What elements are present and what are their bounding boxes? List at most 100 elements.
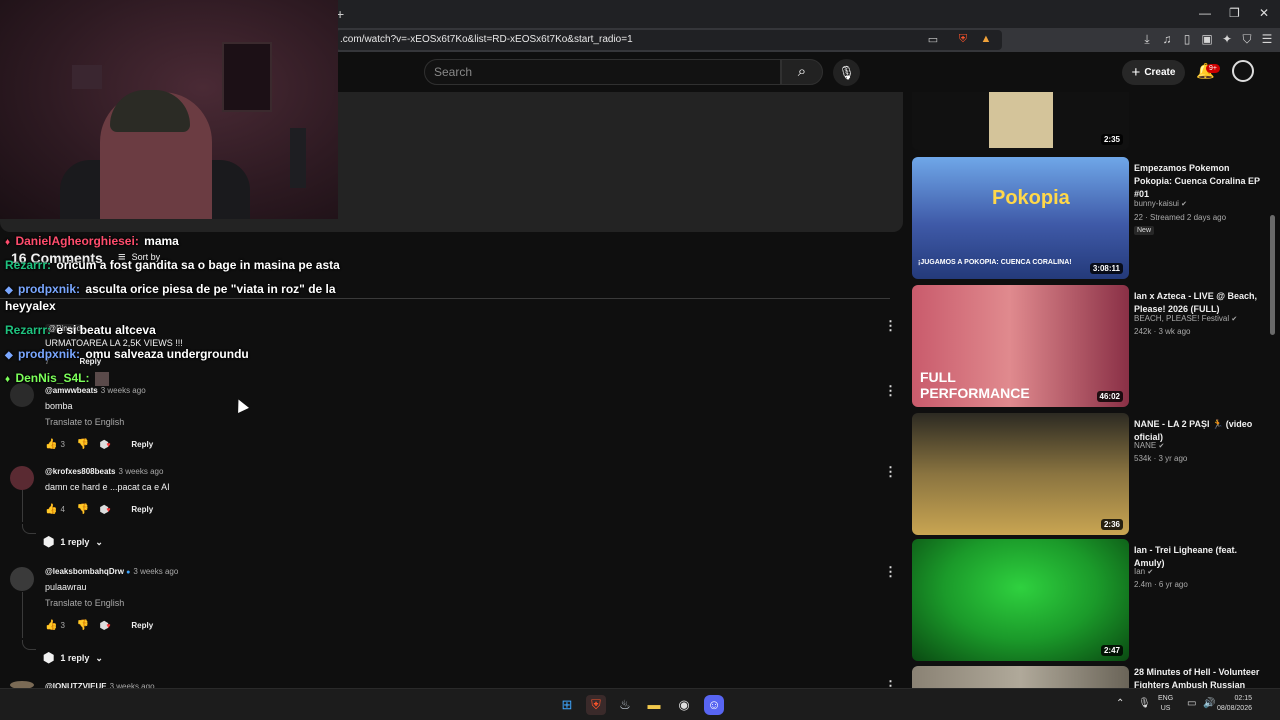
comment-menu-icon[interactable]: ⋮ [884, 318, 897, 334]
video-thumbnail[interactable]: 2:47 [912, 539, 1129, 661]
language-code: ENG [1158, 695, 1174, 702]
voice-search-button[interactable]: 🎙 [833, 59, 860, 86]
like-icon[interactable]: 👍 [45, 439, 57, 450]
reply-button[interactable]: Reply [131, 621, 153, 630]
chat-badge-icon: ◆ [5, 285, 13, 296]
comment-menu-icon[interactable]: ⋮ [884, 383, 897, 399]
video-thumbnail[interactable] [912, 666, 1129, 688]
wallet-icon[interactable]: ▣ [1200, 32, 1214, 48]
translate-link[interactable]: Translate to English [45, 598, 124, 608]
like-icon[interactable]: 👍 [45, 620, 57, 631]
comment-menu-icon[interactable]: ⋮ [884, 464, 897, 480]
dislike-icon[interactable]: 👎 [77, 620, 89, 631]
obs-icon[interactable]: ◉ [674, 695, 694, 715]
thumbnail-logo: Pokopia [992, 187, 1070, 209]
chat-text: heyyalex [5, 299, 56, 313]
network-icon[interactable]: ▭ [1187, 698, 1196, 709]
dislike-icon[interactable]: 👎 [77, 439, 89, 450]
show-hidden-icons-icon[interactable]: ⌃ [1116, 698, 1124, 709]
comment-author[interactable]: @krofxes808beats 3 weeks ago [45, 467, 163, 476]
brave-browser-icon[interactable]: ⛨ [586, 695, 606, 715]
video-thumbnail[interactable]: FULL PERFORMANCE 46:02 [912, 285, 1129, 407]
thread-corner [22, 640, 36, 650]
menu-icon[interactable]: ☰ [1260, 32, 1274, 48]
search-button[interactable]: ⌕ [781, 59, 823, 85]
media-icon[interactable]: ♫ [1160, 32, 1174, 48]
creator-heart-icon: ⬢ ♥ [99, 504, 111, 516]
comment-avatar[interactable] [10, 383, 34, 407]
comment-avatar[interactable] [10, 567, 34, 591]
channel-name[interactable]: NANE ✔ [1134, 441, 1164, 450]
comment-avatar[interactable] [10, 466, 34, 490]
comment-author[interactable]: @amwwbeats 3 weeks ago [45, 386, 146, 395]
reply-button[interactable]: Reply [131, 440, 153, 449]
search-input[interactable] [425, 60, 780, 84]
chat-message: ♦ DanielAgheorghiesei: mama [5, 234, 179, 248]
chat-username: prodpxnik: [18, 347, 81, 361]
translate-link[interactable]: Translate to English [45, 417, 124, 427]
chat-message: ◆ prodpxnik: asculta orice piesa de pe "… [5, 282, 336, 296]
account-avatar[interactable] [1232, 60, 1254, 82]
verified-icon: ✔ [1181, 201, 1188, 208]
verified-icon: ✔ [1158, 443, 1165, 450]
microphone-icon[interactable]: 🎙 [1138, 698, 1151, 709]
chat-username: Rezarrr: [5, 323, 52, 337]
channel-name[interactable]: BEACH, PLEASE! Festival ✔ [1134, 314, 1237, 323]
chat-text: omu salveaza undergroundu [85, 347, 249, 361]
windows-start-icon[interactable]: ⊞ [557, 695, 577, 715]
maximize-icon[interactable]: ❐ [1229, 6, 1240, 20]
chat-text: e si beatu altceva [56, 323, 156, 337]
video-thumbnail[interactable]: 2:35 [912, 92, 1129, 150]
create-button[interactable]: + Create [1122, 60, 1185, 85]
comment-time: 3 weeks ago [118, 467, 164, 476]
address-bar[interactable]: .com/watch?v=-xEOSx6t7Ko&list=RD-xEOSx6t… [336, 30, 1002, 50]
close-icon[interactable]: ✕ [1259, 6, 1269, 20]
vpn-icon[interactable]: ⛉ [1240, 32, 1254, 48]
comment-author[interactable]: @leaksbombahqDrw ● 3 weeks ago [45, 567, 178, 576]
replies-count: 1 reply [60, 653, 90, 663]
video-thumbnail[interactable]: 2:36 [912, 413, 1129, 535]
search-box[interactable] [424, 59, 781, 85]
new-badge: New [1134, 226, 1155, 235]
comment-actions: 👍 3 👎 ⬢ ♥ Reply [45, 438, 153, 452]
page-scrollbar[interactable] [1270, 215, 1275, 335]
comment-menu-icon[interactable]: ⋮ [884, 564, 897, 580]
channel-name[interactable]: bunny-kaisui ✔ [1134, 199, 1187, 208]
brave-rewards-icon[interactable]: ▲ [979, 33, 993, 47]
minimize-icon[interactable]: — [1199, 6, 1211, 20]
sidebar-icon[interactable]: ▯ [1180, 32, 1194, 48]
channel-name[interactable]: Ian ✔ [1134, 567, 1153, 576]
leo-ai-icon[interactable]: ✦ [1220, 32, 1234, 48]
webcam-overlay [0, 0, 338, 219]
steam-icon[interactable]: ♨ [615, 695, 635, 715]
replies-toggle[interactable]: ⬢ 1 reply ⌄ [43, 650, 103, 666]
file-explorer-icon[interactable]: ▬ [644, 695, 664, 715]
dislike-icon[interactable]: 👎 [77, 504, 89, 515]
chat-badge-icon: ♦ [5, 237, 11, 248]
chat-username: DenNis_S4L: [15, 371, 90, 385]
discord-icon[interactable]: ☺ [704, 695, 724, 715]
video-thumbnail[interactable]: Pokopia ¡JUGAMOS A POKOPIA: CUENCA CORAL… [912, 157, 1129, 279]
language-indicator[interactable]: ENG US [1158, 694, 1173, 714]
brave-shields-icon[interactable]: ⛨ [956, 33, 970, 47]
like-count: 4 [60, 504, 65, 514]
region-code: US [1160, 705, 1171, 712]
creator-heart-icon: ⬢ ♥ [99, 439, 111, 451]
chat-badge-icon: ◆ [5, 350, 13, 361]
video-title[interactable]: Empezamos Pokemon Pokopia: Cuenca Corali… [1134, 162, 1269, 201]
reply-button[interactable]: Reply [131, 505, 153, 514]
creator-avatar-icon: ⬢ [43, 534, 55, 549]
thread-line [22, 490, 23, 522]
video-duration: 2:36 [1100, 519, 1123, 530]
wall-picture [72, 65, 102, 89]
address-text: .com/watch?v=-xEOSx6t7Ko&list=RD-xEOSx6t… [340, 34, 633, 45]
replies-toggle[interactable]: ⬢ 1 reply ⌄ [43, 534, 103, 550]
video-title[interactable]: Ian x Azteca - LIVE @ Beach, Please! 202… [1134, 290, 1269, 316]
screen-cast-icon[interactable]: ▭ [926, 33, 940, 47]
system-clock[interactable]: 02:15 08/08/2026 [1212, 694, 1252, 714]
video-title[interactable]: Ian - Trei Ligheane (feat. Amuly) [1134, 544, 1269, 570]
comment-actions: 👍 3 👎 ⬢ ♥ Reply [45, 619, 153, 633]
download-icon[interactable]: ⤓ [1140, 32, 1154, 48]
like-icon[interactable]: 👍 [45, 504, 57, 515]
comment-time: 3 weeks ago [100, 386, 146, 395]
